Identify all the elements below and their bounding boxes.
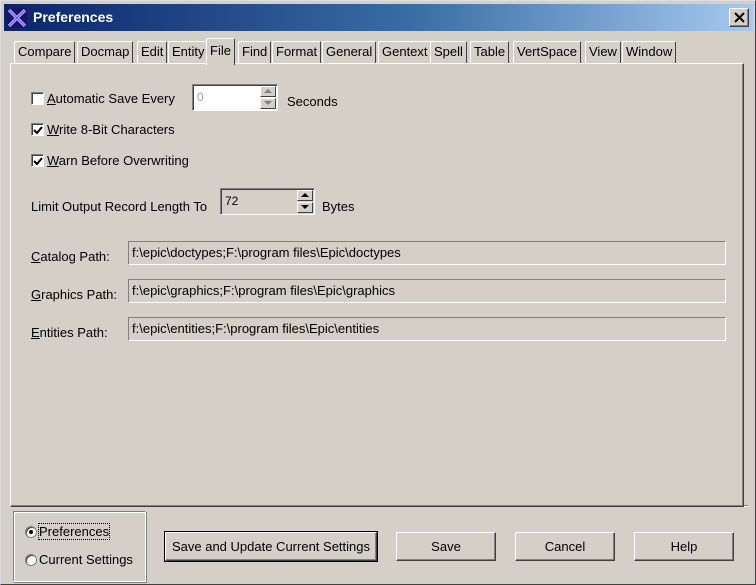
checkmark-icon: [33, 157, 43, 166]
spin-value: 72: [225, 194, 239, 208]
seconds-unit-label: Seconds: [287, 94, 338, 109]
tab-label: Find: [242, 44, 268, 59]
label-text: ntities Path:: [39, 325, 108, 340]
write-8bit-label[interactable]: Write 8-Bit Characters: [47, 122, 175, 137]
window-title: Preferences: [33, 9, 114, 25]
save-and-update-button[interactable]: Save and Update Current Settings: [164, 531, 378, 562]
entities-path-field[interactable]: f:\epic\entities;F:\program files\Epic\e…: [128, 317, 726, 341]
epic-x-icon: [7, 8, 27, 28]
tab-docmap[interactable]: Docmap: [77, 41, 134, 63]
down-arrow-icon: [301, 205, 309, 209]
tab-label: Table: [474, 44, 506, 59]
accel-key: A: [47, 91, 56, 106]
tab-label: VertSpace: [517, 44, 577, 59]
label-text: rite 8-Bit Characters: [59, 122, 175, 137]
label-text: atalog Path:: [40, 249, 110, 264]
bytes-unit-label: Bytes: [322, 199, 355, 214]
tab-view[interactable]: View: [585, 41, 621, 63]
down-arrow-icon: [264, 101, 272, 105]
radio-dot: [29, 530, 33, 534]
spin-up-button[interactable]: [260, 86, 276, 97]
tab-label: Compare: [18, 44, 72, 59]
tab-label: Docmap: [81, 44, 130, 59]
tab-compare[interactable]: Compare: [14, 41, 76, 63]
write-8bit-checkbox[interactable]: [31, 123, 44, 136]
accel-key: W: [47, 122, 60, 137]
tab-label: Window: [626, 44, 673, 59]
tab-label: Entity: [172, 44, 205, 59]
catalog-path-label: Catalog Path:: [31, 249, 110, 264]
cancel-button[interactable]: Cancel: [515, 532, 615, 561]
catalog-path-field[interactable]: f:\epic\doctypes;F:\program files\Epic\d…: [128, 241, 726, 265]
current-settings-radio[interactable]: [25, 554, 37, 566]
tab-edit[interactable]: Edit: [137, 41, 168, 63]
limit-output-label: Limit Output Record Length To: [31, 199, 208, 214]
preferences-radio-label[interactable]: Preferences: [37, 523, 111, 540]
entities-path-label: Entities Path:: [31, 325, 108, 340]
up-arrow-icon: [264, 89, 272, 93]
tab-label: File: [210, 43, 231, 58]
autosave-label[interactable]: Automatic Save Every: [47, 91, 175, 106]
graphics-path-field[interactable]: f:\epic\graphics;F:\program files\Epic\g…: [128, 279, 726, 303]
accel-key: C: [31, 249, 41, 264]
tab-window[interactable]: Window: [622, 41, 677, 63]
limit-output-spinbox[interactable]: 72: [220, 188, 315, 215]
tab-label: Spell: [434, 44, 463, 59]
autosave-checkbox[interactable]: [31, 92, 44, 105]
accel-key: G: [31, 287, 42, 302]
preferences-radio[interactable]: [25, 526, 37, 538]
up-arrow-icon: [301, 193, 309, 197]
preferences-window: Preferences Compare Docmap Edit Entity F…: [0, 0, 756, 585]
tab-label: General: [326, 44, 373, 59]
spin-up-button[interactable]: [297, 190, 313, 201]
help-button[interactable]: Help: [634, 532, 734, 561]
checkmark-icon: [33, 126, 43, 135]
tab-find[interactable]: Find: [238, 41, 272, 63]
tab-general[interactable]: General: [322, 41, 377, 63]
title-bar[interactable]: Preferences: [4, 4, 753, 31]
tab-file[interactable]: File: [206, 38, 235, 65]
warn-overwrite-checkbox[interactable]: [31, 154, 44, 167]
save-button[interactable]: Save: [396, 532, 496, 561]
label-text: raphics Path:: [41, 287, 117, 302]
label-text: arn Before Overwriting: [58, 153, 189, 168]
label-text: utomatic Save Every: [55, 91, 175, 106]
tab-spell[interactable]: Spell: [430, 41, 467, 63]
tab-gentext[interactable]: Gentext: [378, 41, 432, 63]
tab-table[interactable]: Table: [470, 41, 510, 63]
close-button[interactable]: [729, 8, 749, 27]
warn-overwrite-label[interactable]: Warn Before Overwriting: [47, 153, 189, 168]
spin-down-button[interactable]: [297, 202, 313, 213]
spin-down-button[interactable]: [260, 98, 276, 109]
autosave-seconds-spinbox[interactable]: 0: [192, 84, 278, 111]
tab-label: Format: [276, 44, 318, 59]
tab-entity[interactable]: Entity: [168, 41, 209, 63]
close-icon: [734, 12, 745, 23]
current-settings-radio-label[interactable]: Current Settings: [39, 552, 133, 567]
tab-label: View: [589, 44, 617, 59]
spin-value: 0: [197, 90, 204, 104]
accel-key: E: [31, 325, 40, 340]
graphics-path-label: Graphics Path:: [31, 287, 117, 302]
scope-group: [13, 511, 146, 582]
accel-key: W: [47, 153, 59, 168]
tab-vertspace[interactable]: VertSpace: [513, 41, 581, 63]
tab-format[interactable]: Format: [272, 41, 322, 63]
tab-label: Gentext: [382, 44, 428, 59]
tab-label: Edit: [141, 44, 164, 59]
